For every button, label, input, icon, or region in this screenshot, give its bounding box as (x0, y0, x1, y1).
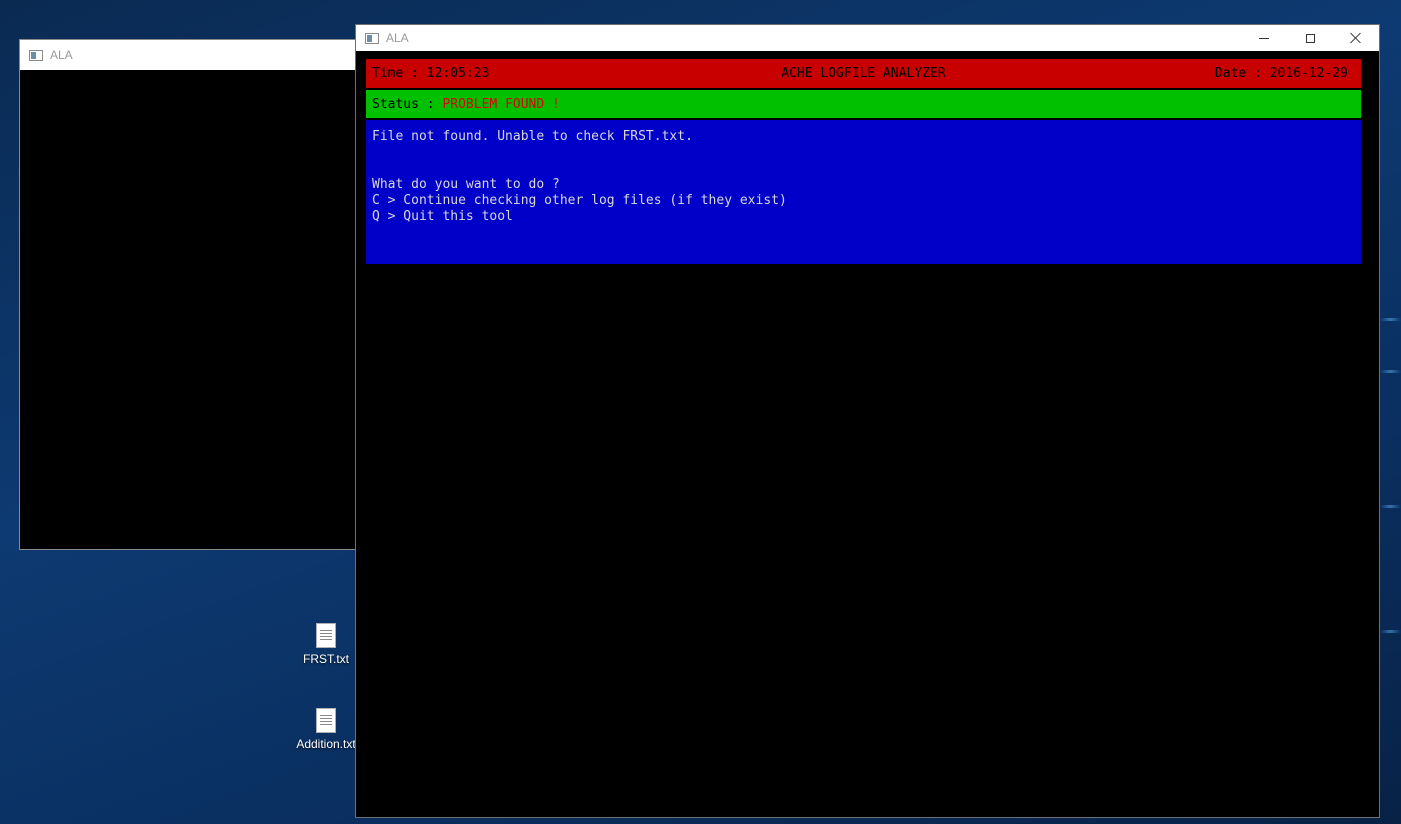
desktop-icon-frst[interactable]: FRST.txt (286, 623, 366, 666)
prompt-question: What do you want to do ? (372, 177, 560, 192)
wallpaper-streak (1380, 318, 1401, 321)
console-app-icon (365, 32, 379, 44)
front-window-titlebar[interactable]: ALA (356, 25, 1379, 51)
wallpaper-streak (1380, 370, 1401, 373)
app-title: ACHE LOGFILE ANALYZER (781, 66, 946, 81)
message-panel: File not found. Unable to check FRST.txt… (366, 120, 1361, 264)
console-output: Time : 12:05:23 ACHE LOGFILE ANALYZER Da… (366, 59, 1361, 264)
wallpaper-streak (1380, 630, 1401, 633)
back-window[interactable]: ALA (19, 39, 359, 550)
text-file-icon (316, 708, 336, 733)
date-readout: Date : 2016-12-29 (1214, 66, 1348, 81)
minimize-icon (1259, 37, 1269, 39)
option-quit: Q > Quit this tool (372, 209, 513, 224)
text-file-icon (316, 623, 336, 648)
close-icon (1350, 32, 1362, 44)
option-continue: C > Continue checking other log files (i… (372, 193, 787, 208)
header-bar: Time : 12:05:23 ACHE LOGFILE ANALYZER Da… (366, 59, 1361, 88)
error-message: File not found. Unable to check FRST.txt… (372, 129, 693, 144)
back-window-titlebar[interactable]: ALA (20, 40, 358, 70)
desktop-icon-addition[interactable]: Addition.txt (286, 708, 366, 751)
desktop-icon-label: FRST.txt (302, 652, 349, 666)
status-label: Status : (372, 96, 443, 112)
status-value: PROBLEM FOUND ! (442, 96, 560, 112)
front-window[interactable]: ALA Time : 12:05:23 ACHE LOGFILE ANALYZE… (355, 24, 1380, 818)
time-readout: Time : 12:05:23 (372, 66, 490, 81)
minimize-button[interactable] (1241, 25, 1287, 51)
status-bar: Status : PROBLEM FOUND ! (366, 90, 1361, 118)
front-window-title: ALA (386, 31, 409, 45)
maximize-icon (1305, 33, 1315, 43)
close-button[interactable] (1333, 25, 1379, 51)
maximize-button[interactable] (1287, 25, 1333, 51)
console-app-icon (29, 49, 43, 61)
back-window-title: ALA (50, 48, 73, 62)
desktop-icon-label: Addition.txt (296, 737, 356, 751)
window-controls (1241, 25, 1379, 51)
wallpaper-streak (1380, 505, 1401, 508)
